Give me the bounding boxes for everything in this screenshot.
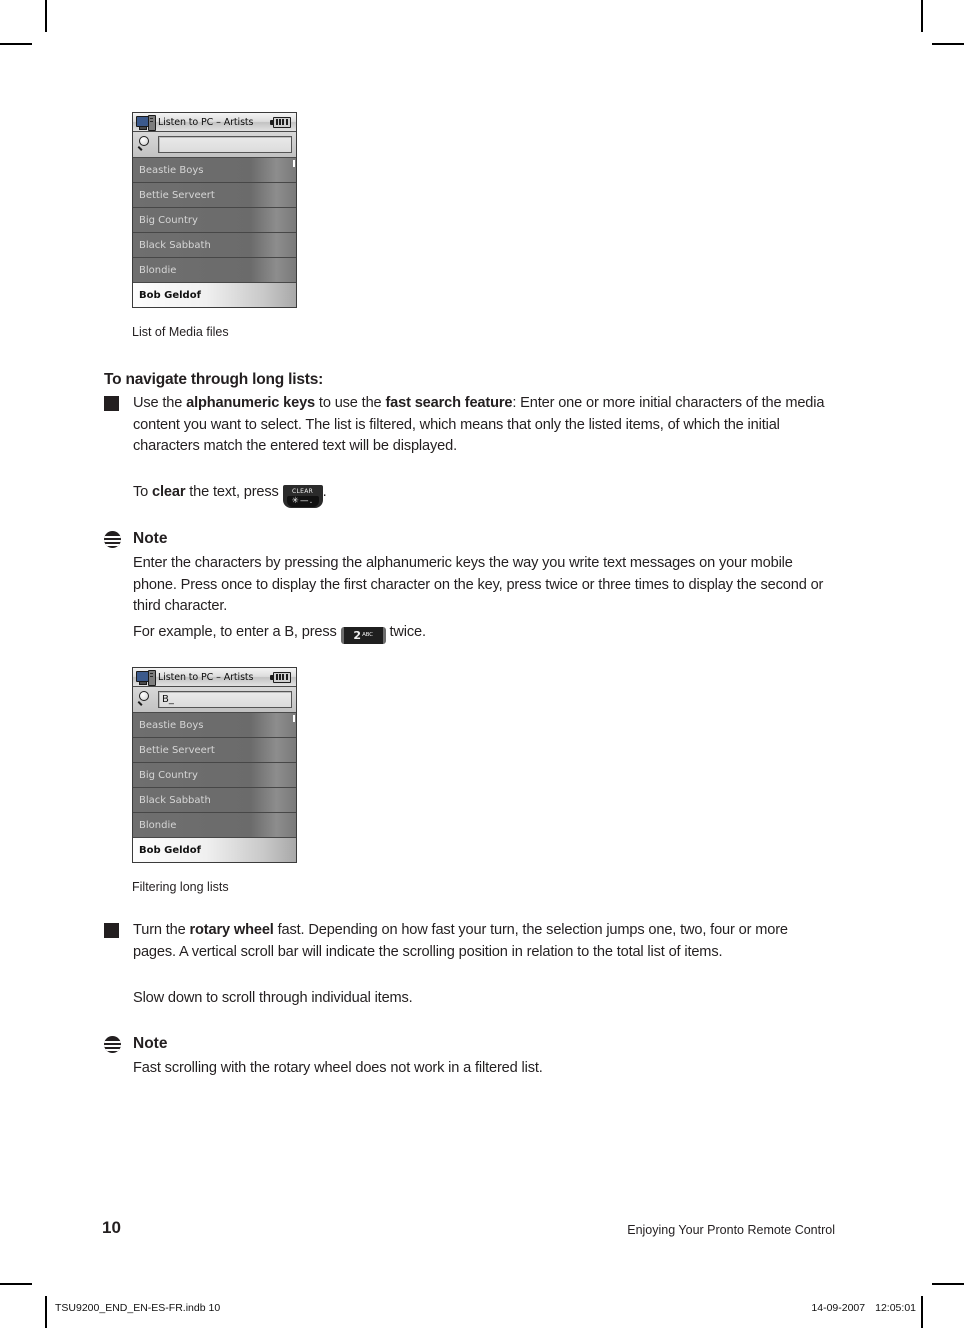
list-item[interactable]: Blondie: [133, 813, 296, 838]
clear-text-pre: To: [133, 484, 153, 500]
bullet-text-part-2: to use the: [315, 395, 386, 411]
key-two-number: 2: [353, 629, 361, 642]
device-screenshot-filtering-long-lists: Listen to PC – Artists B_ Beastie Boys B…: [132, 667, 297, 863]
list-item-label: Bob Geldof: [139, 844, 201, 856]
device-title: Listen to PC – Artists: [158, 116, 254, 128]
list-item-label: Beastie Boys: [139, 164, 204, 176]
list-item[interactable]: Blondie: [133, 258, 296, 283]
list-item[interactable]: Black Sabbath: [133, 233, 296, 258]
section-heading: To navigate through long lists:: [104, 371, 324, 388]
list-item-label: Black Sabbath: [139, 239, 211, 251]
note-icon: [104, 531, 121, 548]
bullet-bold-fast-search-feature: fast search feature: [385, 395, 513, 411]
clear-text-post: .: [322, 484, 327, 500]
print-slug-date: 14-09-2007: [811, 1302, 866, 1314]
list-item-label: Bettie Serveert: [139, 744, 215, 756]
device-title-bar: Listen to PC – Artists: [133, 668, 296, 687]
bullet-bold-alphanumeric-keys: alphanumeric keys: [186, 395, 316, 411]
example-text-post: twice.: [385, 624, 426, 640]
note-paragraph-text-entry: Enter the characters by pressing the alp…: [133, 555, 824, 614]
key-two-abc-icon[interactable]: 2 ABC: [340, 627, 386, 645]
clear-key-label: CLEAR: [292, 488, 314, 495]
list-item-label: Blondie: [139, 264, 177, 276]
device-title: Listen to PC – Artists: [158, 671, 254, 683]
example-text-pre: For example, to enter a B, press: [133, 624, 341, 640]
bullet-paragraph-rotary-wheel: Turn the rotary wheel fast. Depending on…: [133, 920, 831, 963]
list-item-label: Blondie: [139, 819, 177, 831]
bullet2-bold-rotary-wheel: rotary wheel: [189, 922, 274, 938]
device-search-row[interactable]: B_: [133, 687, 296, 713]
figure-caption-list-of-media-files: List of Media files: [132, 325, 229, 339]
list-item[interactable]: Beastie Boys: [133, 158, 296, 183]
battery-icon: [270, 671, 291, 683]
clear-bold: clear: [152, 484, 186, 500]
list-item[interactable]: Bettie Serveert: [133, 183, 296, 208]
clear-key-icon[interactable]: CLEAR ✳—.: [282, 485, 323, 508]
list-item[interactable]: Big Country: [133, 208, 296, 233]
print-slug-time: 12:05:01: [875, 1302, 916, 1314]
search-icon: [136, 691, 154, 708]
list-item-label: Big Country: [139, 769, 198, 781]
bullet2-text-part-1: Turn the: [133, 922, 190, 938]
list-item-label: Bettie Serveert: [139, 189, 215, 201]
list-item-label: Big Country: [139, 214, 198, 226]
list-item-selected[interactable]: Bob Geldof: [133, 838, 296, 862]
clear-instruction-line: To clear the text, press CLEAR ✳—..: [133, 482, 831, 508]
device-screenshot-list-of-media-files: Listen to PC – Artists Beastie Boys Bett…: [132, 112, 297, 308]
key-two-letters: ABC: [362, 632, 373, 638]
note-label: Note: [133, 1035, 168, 1052]
note-paragraph-fast-scrolling: Fast scrolling with the rotary wheel doe…: [133, 1060, 543, 1076]
search-input[interactable]: B_: [158, 691, 292, 708]
bullet-marker: [104, 396, 119, 411]
pc-icon: [136, 669, 156, 686]
page-number: 10: [102, 1218, 121, 1237]
list-item-label: Beastie Boys: [139, 719, 204, 731]
device-media-list[interactable]: Beastie Boys Bettie Serveert Big Country…: [133, 158, 296, 307]
battery-icon: [270, 116, 291, 128]
list-item[interactable]: Big Country: [133, 763, 296, 788]
device-search-row[interactable]: [133, 132, 296, 158]
list-item-label: Bob Geldof: [139, 289, 201, 301]
note-label: Note: [133, 530, 168, 547]
bullet-paragraph-slow-down: Slow down to scroll through individual i…: [133, 990, 413, 1006]
bullet-marker: [104, 923, 119, 938]
list-item[interactable]: Black Sabbath: [133, 788, 296, 813]
print-slug-filename: TSU9200_END_EN-ES-FR.indb 10: [55, 1302, 221, 1314]
note-example-line: For example, to enter a B, press 2 ABC tw…: [133, 622, 831, 645]
list-item[interactable]: Beastie Boys: [133, 713, 296, 738]
figure-caption-filtering-long-lists: Filtering long lists: [132, 880, 229, 894]
list-item[interactable]: Bettie Serveert: [133, 738, 296, 763]
print-slug-timestamp: 14-09-2007 12:05:01: [801, 1302, 916, 1314]
bullet-text-part-1: Use the: [133, 395, 187, 411]
search-icon: [136, 136, 154, 153]
clear-text-mid: the text, press: [185, 484, 283, 500]
scroll-indicator[interactable]: [293, 160, 295, 167]
pc-icon: [136, 114, 156, 131]
running-header: Enjoying Your Pronto Remote Control: [627, 1223, 835, 1237]
search-input[interactable]: [158, 136, 292, 153]
device-media-list[interactable]: Beastie Boys Bettie Serveert Big Country…: [133, 713, 296, 862]
device-title-bar: Listen to PC – Artists: [133, 113, 296, 132]
bullet-paragraph-fast-search: Use the alphanumeric keys to use the fas…: [133, 393, 831, 458]
clear-key-glyphs: ✳—.: [286, 496, 319, 507]
list-item-label: Black Sabbath: [139, 794, 211, 806]
note-icon: [104, 1036, 121, 1053]
scroll-indicator[interactable]: [293, 715, 295, 722]
list-item-selected[interactable]: Bob Geldof: [133, 283, 296, 307]
manual-page: Listen to PC – Artists Beastie Boys Bett…: [0, 0, 964, 1328]
